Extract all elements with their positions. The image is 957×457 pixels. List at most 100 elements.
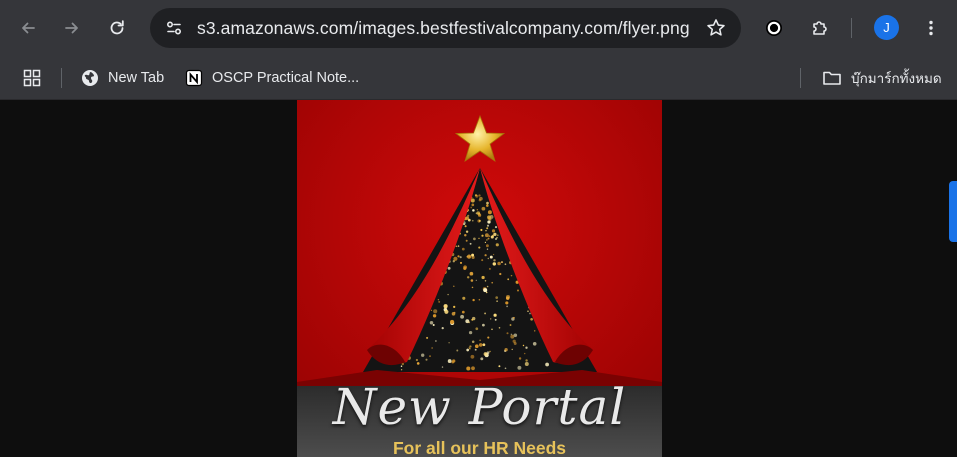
sparkle-dot xyxy=(470,279,474,282)
sparkle-dot xyxy=(481,259,484,262)
sparkle-dot xyxy=(469,271,474,276)
sparkle-dot xyxy=(494,226,498,229)
globe-icon xyxy=(81,69,99,87)
all-bookmarks-label: บุ๊กมาร์กทั้งหมด xyxy=(851,71,942,86)
sparkle-dot xyxy=(484,280,487,282)
sparkle-dot xyxy=(478,237,480,240)
sparkle-dot xyxy=(484,241,487,244)
bookmark-star-icon[interactable] xyxy=(705,17,727,39)
sparkle-dot xyxy=(485,229,487,232)
sparkle-dot xyxy=(480,228,483,232)
sparkle-dot xyxy=(471,203,475,207)
sparkle-dot xyxy=(464,225,467,228)
sparkle-dot xyxy=(510,334,515,339)
sparkle-dot xyxy=(501,261,504,264)
sparkle-dot xyxy=(443,304,448,309)
sparkle-dot xyxy=(492,262,497,266)
sparkle-dot xyxy=(441,326,444,330)
sparkle-dot xyxy=(437,299,440,301)
sparkle-dot xyxy=(467,254,472,259)
sparkle-dot xyxy=(496,236,498,239)
sparkle-dot xyxy=(465,239,468,242)
sparkle-dot xyxy=(482,343,486,347)
sparkle-dot xyxy=(512,316,515,319)
sparkle-dot xyxy=(495,243,499,247)
sparkle-dot xyxy=(486,201,489,205)
sparkle-dot xyxy=(498,327,501,329)
sparkle-dot xyxy=(455,245,458,248)
circle-extension-icon xyxy=(766,20,782,36)
sparkle-dot xyxy=(471,318,474,321)
sparkle-dot xyxy=(465,230,469,233)
sparkle-dot xyxy=(476,209,478,211)
sparkle-dot xyxy=(483,352,488,356)
bookmark-oscp-notes[interactable]: OSCP Practical Note... xyxy=(185,56,359,100)
address-bar[interactable]: s3.amazonaws.com/images.bestfestivalcomp… xyxy=(150,8,741,48)
sparkle-dot xyxy=(524,362,529,366)
sparkle-dot xyxy=(478,198,482,202)
sparkle-dot xyxy=(478,213,482,217)
sparkle-dot xyxy=(429,355,431,357)
sparkle-dot xyxy=(488,267,491,270)
extension-button[interactable] xyxy=(758,12,790,44)
extensions-menu-button[interactable] xyxy=(804,12,836,44)
sparkle-dot xyxy=(487,210,492,215)
sparkle-dot xyxy=(498,365,501,368)
sparkle-dot xyxy=(510,274,513,277)
back-button[interactable] xyxy=(12,12,44,44)
sparkle-dot xyxy=(486,239,488,241)
sparkle-dot xyxy=(482,323,485,327)
sparkle-dot xyxy=(504,263,507,266)
sparkle-dot xyxy=(469,348,471,350)
sparkle-dot xyxy=(453,285,455,288)
forward-button[interactable] xyxy=(56,12,88,44)
sparkle-dot xyxy=(479,339,481,342)
sparkle-dot xyxy=(505,301,509,305)
sparkle-dot xyxy=(492,253,495,256)
chrome-menu-button[interactable] xyxy=(915,12,947,44)
sparkle-dot xyxy=(400,369,403,371)
browser-toolbar: s3.amazonaws.com/images.bestfestivalcomp… xyxy=(0,0,957,56)
site-info-button[interactable] xyxy=(158,12,190,44)
sparkle-dot xyxy=(506,332,509,335)
profile-avatar[interactable]: J xyxy=(874,15,899,40)
sparkle-dot xyxy=(495,296,499,299)
sparkle-dot xyxy=(478,343,483,347)
sparkle-dot xyxy=(468,321,471,324)
sparkle-dot xyxy=(462,296,466,300)
sparkle-dot xyxy=(469,345,472,348)
sparkle-dot xyxy=(456,349,459,352)
arrow-right-icon xyxy=(65,22,78,34)
sparkle-dot xyxy=(486,204,489,207)
sparkle-dot xyxy=(481,275,485,280)
sparkle-dot xyxy=(460,314,465,319)
sparkle-dot xyxy=(447,293,449,296)
sparkle-dot xyxy=(493,259,496,262)
sparkle-dot xyxy=(484,233,489,238)
sparkle-dot xyxy=(486,285,489,288)
scrollbar-thumb[interactable] xyxy=(949,181,957,242)
sparkle-dot xyxy=(475,327,479,331)
sparkle-dot xyxy=(472,219,474,222)
sparkle-dot xyxy=(471,340,475,343)
notion-icon xyxy=(185,69,203,87)
all-bookmarks-button[interactable]: บุ๊กมาร์กทั้งหมด xyxy=(822,56,942,100)
bookmark-label: OSCP Practical Note... xyxy=(212,70,360,86)
sparkle-dot xyxy=(474,194,478,197)
sparkle-dot xyxy=(491,328,493,331)
bookmarks-divider xyxy=(800,68,801,88)
apps-button[interactable] xyxy=(16,62,48,94)
sparkle-dot xyxy=(416,362,420,365)
sparkle-dot xyxy=(481,234,484,237)
sparkle-dot xyxy=(471,253,475,257)
sparkle-dot xyxy=(504,367,507,370)
sparkle-dot xyxy=(491,281,494,284)
sparkle-dot xyxy=(517,365,522,370)
sparkle-dot xyxy=(451,311,456,316)
sparkle-dot xyxy=(511,348,513,351)
bookmark-new-tab[interactable]: New Tab xyxy=(81,56,164,100)
reload-button[interactable] xyxy=(101,12,133,44)
sparkle-dot xyxy=(444,309,449,314)
url-text[interactable]: s3.amazonaws.com/images.bestfestivalcomp… xyxy=(197,8,690,48)
sparkle-dot xyxy=(429,321,434,325)
